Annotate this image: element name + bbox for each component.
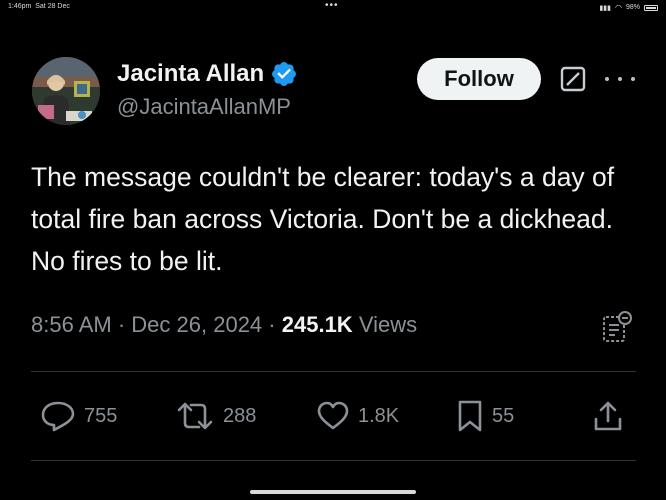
signal-icon: ▮▮▮ [599,4,611,12]
repost-button[interactable]: 288 [175,396,256,436]
reply-button[interactable]: 755 [40,396,117,436]
reply-count: 755 [84,404,118,427]
views-label: Views [358,312,418,337]
author-handle[interactable]: @JacintaAllanMP [117,94,291,120]
share-icon [594,401,622,431]
status-time: 1:46pm Sat 28 Dec [8,3,70,10]
post-analytics-icon[interactable] [600,310,634,344]
tweet-date[interactable]: Dec 26, 2024 [131,312,262,337]
wifi-icon: ◠ [615,3,622,12]
author-name[interactable]: Jacinta Allan [117,60,298,88]
heart-icon [317,401,349,430]
like-count: 1.8K [358,404,400,427]
status-bar: 1:46pm Sat 28 Dec ••• ▮▮▮ ◠ 98% [0,0,666,14]
more-options-icon[interactable] [605,66,635,92]
status-indicators: ▮▮▮ ◠ 98% [599,3,658,12]
repost-count: 288 [223,404,257,427]
verified-badge-icon [272,62,297,86]
follow-button[interactable]: Follow [417,58,541,100]
reply-icon [41,401,75,432]
bookmark-count: 55 [492,404,515,427]
battery-percent: 98% [625,4,640,11]
avatar-photo [32,57,100,125]
divider-top [31,371,636,372]
home-indicator[interactable] [250,490,416,494]
action-bar: 755 288 1.8K 55 [0,396,666,436]
repost-icon [177,402,213,430]
avatar[interactable] [32,57,100,125]
grok-icon[interactable] [560,66,586,92]
tweet-meta: 8:56 AM · Dec 26, 2024 · 245.1K Views [31,312,417,338]
multitasking-dots[interactable]: ••• [325,0,339,11]
meta-separator: · [268,312,282,337]
divider-bottom [31,460,636,461]
meta-separator: · [117,312,132,337]
battery-icon [644,4,658,11]
tweet-text: The message couldn't be clearer: today's… [31,162,615,276]
tweet-time[interactable]: 8:56 AM [31,312,112,337]
like-button[interactable]: 1.8K [316,396,399,436]
bookmark-button[interactable]: 55 [456,396,514,436]
views-count: 245.1K [281,312,353,337]
bookmark-icon [458,400,482,432]
author-name-text: Jacinta Allan [117,60,265,87]
share-button[interactable] [592,396,624,436]
